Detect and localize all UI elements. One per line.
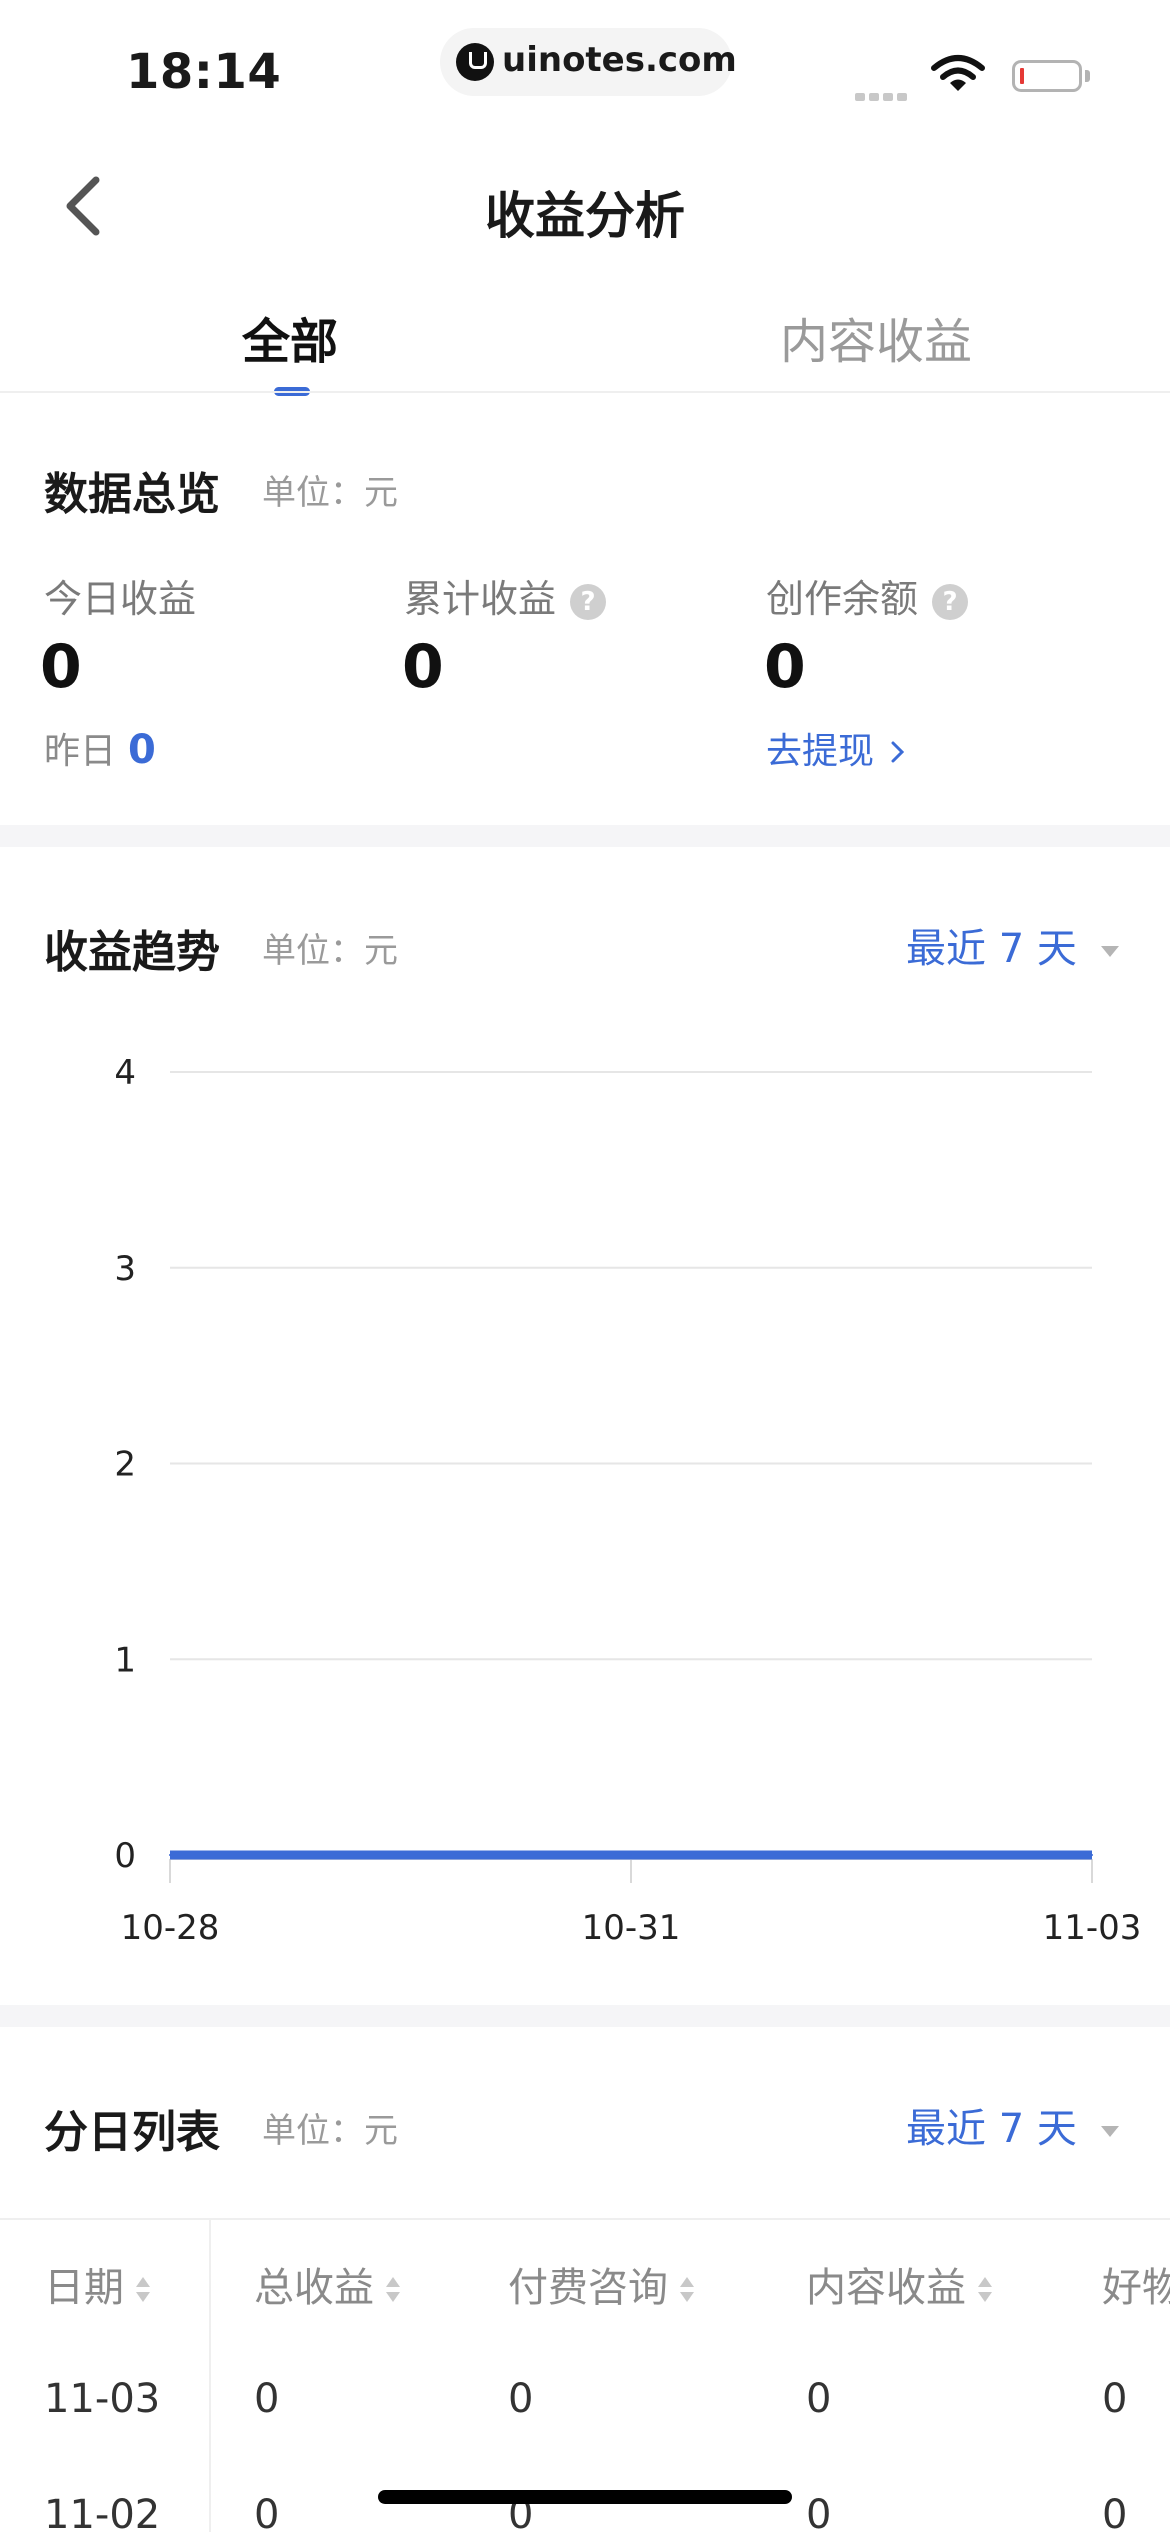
trend-unit: 单位：元 bbox=[262, 931, 398, 971]
trend-chart: 0 1 2 3 4 10-28 10-31 11-03 bbox=[114, 1053, 1142, 1948]
column-header-total[interactable]: 总收益 bbox=[254, 2255, 400, 2313]
data-point bbox=[476, 1854, 479, 1856]
tab-all[interactable]: 全部 bbox=[242, 302, 338, 372]
daily-list-title: 分日列表 bbox=[44, 2107, 220, 2158]
balance-label: 创作余额? bbox=[766, 568, 969, 623]
overview-title: 数据总览 bbox=[44, 469, 220, 520]
table-cell: 0 bbox=[254, 2376, 280, 2422]
sort-icon bbox=[136, 2275, 150, 2305]
withdraw-label: 去提现 bbox=[766, 731, 875, 772]
tab-content-income[interactable]: 内容收益 bbox=[780, 302, 972, 372]
status-time: 18:14 bbox=[126, 44, 282, 100]
y-tick-label: 4 bbox=[114, 1053, 136, 1093]
y-tick-label: 0 bbox=[114, 1836, 136, 1876]
trend-range-dropdown[interactable]: 最近 7 天 bbox=[906, 916, 1119, 974]
trend-range-label: 最近 7 天 bbox=[906, 926, 1077, 972]
url-text[interactable]: uinotes.com bbox=[502, 40, 737, 80]
balance-label-text: 创作余额 bbox=[766, 577, 919, 621]
overview-unit: 单位：元 bbox=[262, 473, 398, 513]
wifi-icon bbox=[931, 55, 985, 91]
total-income-label: 累计收益? bbox=[404, 568, 607, 623]
yesterday-value: 0 bbox=[128, 727, 156, 773]
column-header-consult[interactable]: 付费咨询 bbox=[508, 2255, 694, 2313]
total-income-label-text: 累计收益 bbox=[404, 577, 557, 621]
signal-icon bbox=[855, 86, 911, 105]
withdraw-link[interactable]: 去提现 bbox=[766, 722, 907, 774]
table-cell: 0 bbox=[1102, 2492, 1128, 2538]
caret-down-icon bbox=[1100, 945, 1119, 957]
today-income-label: 今日收益 bbox=[44, 568, 196, 623]
battery-icon bbox=[1012, 60, 1082, 92]
today-income-label-text: 今日收益 bbox=[44, 577, 197, 621]
data-point bbox=[937, 1854, 940, 1856]
table-column-divider bbox=[209, 2218, 211, 2532]
column-header-label: 总收益 bbox=[254, 2265, 374, 2311]
trend-title: 收益趋势 bbox=[44, 927, 220, 978]
battery-tip bbox=[1085, 70, 1090, 82]
table-cell: 11-02 bbox=[44, 2492, 161, 2538]
table-border bbox=[0, 2218, 1170, 2220]
column-header-label: 付费咨询 bbox=[508, 2265, 668, 2311]
section-separator bbox=[0, 825, 1170, 847]
table-cell: 0 bbox=[254, 2492, 280, 2538]
y-tick-label: 1 bbox=[114, 1640, 136, 1680]
x-tick-label: 10-31 bbox=[582, 1908, 681, 1948]
column-header-label: 好物 bbox=[1102, 2265, 1170, 2311]
data-point bbox=[1091, 1854, 1093, 1856]
column-header-content[interactable]: 内容收益 bbox=[806, 2255, 992, 2313]
yesterday-label: 昨日 bbox=[44, 731, 117, 772]
x-tick-label: 11-03 bbox=[1043, 1908, 1142, 1948]
column-header-date[interactable]: 日期 bbox=[44, 2255, 150, 2313]
sort-icon bbox=[680, 2275, 694, 2305]
y-tick-label: 3 bbox=[114, 1249, 136, 1289]
daily-range-dropdown[interactable]: 最近 7 天 bbox=[906, 2096, 1119, 2154]
column-header-label: 日期 bbox=[44, 2265, 124, 2311]
home-indicator bbox=[378, 2490, 792, 2504]
section-separator bbox=[0, 2005, 1170, 2027]
help-icon[interactable]: ? bbox=[932, 583, 969, 620]
total-income-value: 0 bbox=[402, 632, 444, 702]
yesterday-income: 昨日 0 bbox=[44, 722, 156, 774]
today-income-value: 0 bbox=[40, 632, 82, 702]
table-cell: 11-03 bbox=[44, 2376, 161, 2422]
site-logo-icon bbox=[456, 43, 494, 81]
data-point bbox=[783, 1854, 786, 1856]
sort-icon bbox=[386, 2275, 400, 2305]
data-point bbox=[630, 1854, 632, 1856]
chevron-right-icon bbox=[891, 741, 905, 763]
x-tick-label: 10-28 bbox=[121, 1908, 220, 1948]
column-header-label: 内容收益 bbox=[806, 2265, 966, 2311]
table-cell: 0 bbox=[806, 2376, 832, 2422]
caret-down-icon bbox=[1100, 2125, 1119, 2137]
sort-icon bbox=[978, 2275, 992, 2305]
help-icon[interactable]: ? bbox=[570, 583, 607, 620]
table-cell: 0 bbox=[1102, 2376, 1128, 2422]
tabs-divider bbox=[0, 391, 1170, 393]
data-point bbox=[322, 1854, 325, 1856]
table-cell: 0 bbox=[508, 2376, 534, 2422]
page-title: 收益分析 bbox=[485, 187, 685, 245]
y-tick-label: 2 bbox=[114, 1445, 136, 1485]
daily-list-unit: 单位：元 bbox=[262, 2111, 398, 2151]
table-cell: 0 bbox=[806, 2492, 832, 2538]
column-header-goods[interactable]: 好物 bbox=[1102, 2255, 1170, 2313]
data-point bbox=[169, 1854, 171, 1856]
balance-value: 0 bbox=[764, 632, 806, 702]
daily-range-label: 最近 7 天 bbox=[906, 2106, 1077, 2152]
